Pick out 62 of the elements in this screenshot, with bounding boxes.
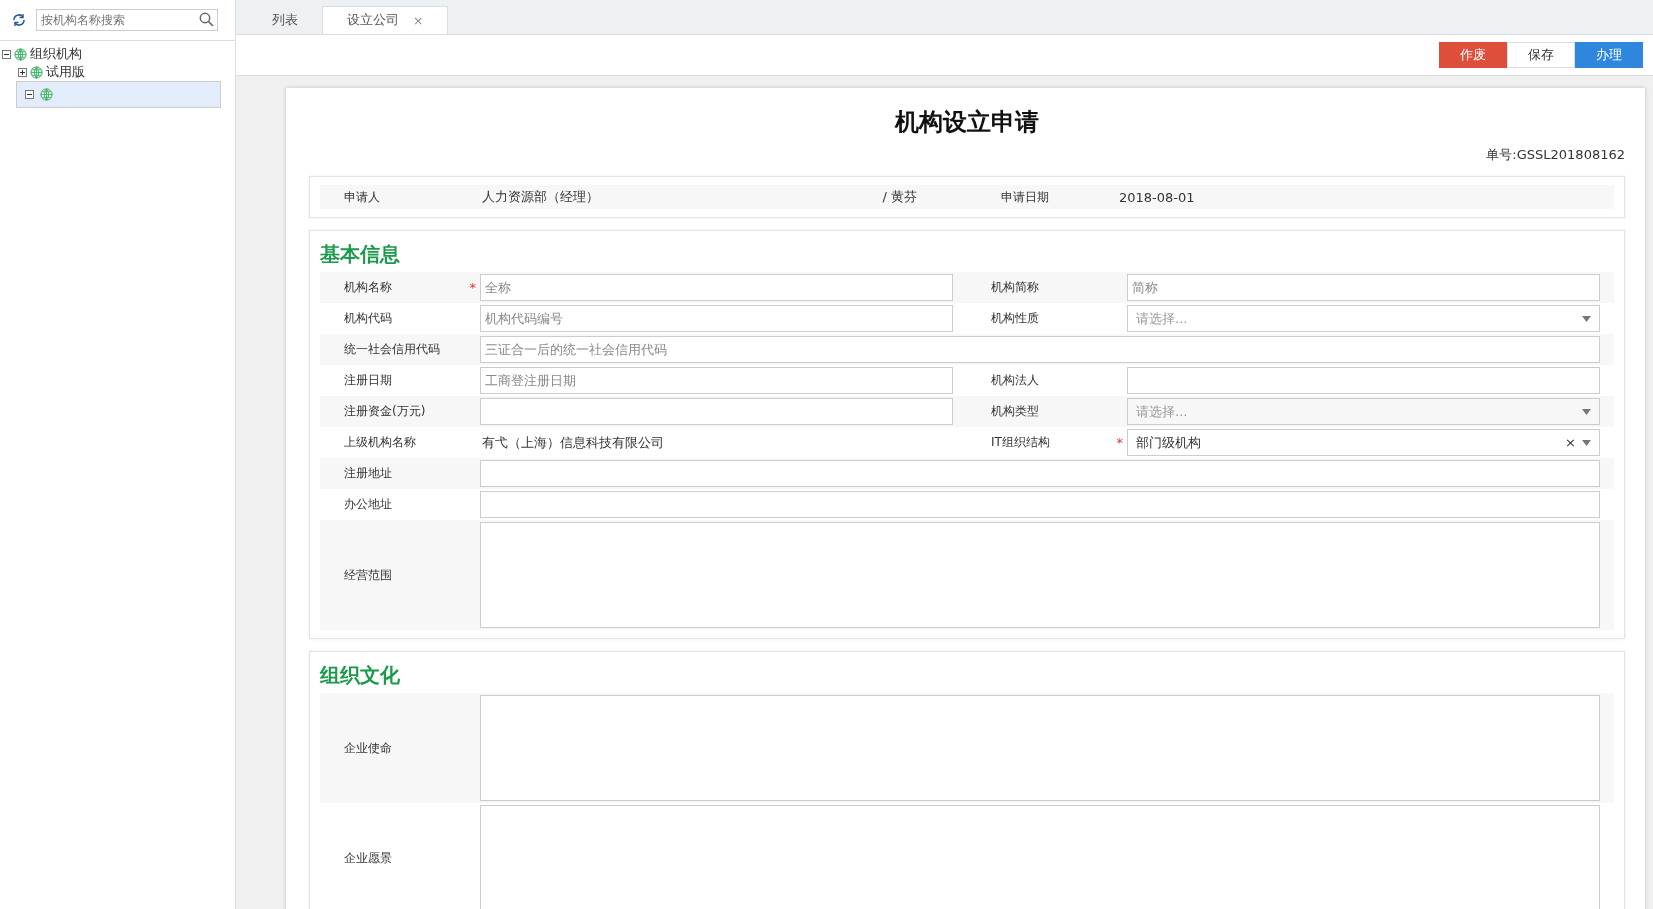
section-title: 组织文化 bbox=[320, 662, 401, 689]
clear-icon[interactable]: × bbox=[1565, 435, 1576, 450]
text-area[interactable] bbox=[480, 695, 1600, 801]
dropdown-caret-icon bbox=[1582, 315, 1591, 322]
field-label: 统一社会信用代码 bbox=[344, 341, 440, 358]
tab[interactable]: 列表 bbox=[248, 6, 322, 34]
field-label: 机构类型 bbox=[991, 403, 1039, 420]
field-label: 注册日期 bbox=[344, 372, 392, 389]
toolbar-button[interactable]: 作废 bbox=[1439, 42, 1507, 68]
text-field[interactable]: 简称 bbox=[1127, 274, 1600, 301]
field-label: 企业愿景 bbox=[344, 849, 392, 867]
toolbar-button[interactable]: 办理 bbox=[1575, 42, 1643, 68]
search-icon[interactable] bbox=[199, 12, 214, 27]
text-field[interactable]: 三证合一后的统一社会信用代码 bbox=[480, 336, 1600, 363]
field-label: 机构性质 bbox=[991, 310, 1039, 327]
field-label: 机构代码 bbox=[344, 310, 392, 327]
field-label: 经营范围 bbox=[344, 566, 392, 584]
collapse-icon[interactable] bbox=[2, 49, 11, 59]
field-label: 注册资金(万元) bbox=[344, 403, 426, 420]
collapse-icon[interactable] bbox=[25, 90, 34, 99]
field-label: 办公地址 bbox=[344, 496, 392, 513]
text-field[interactable] bbox=[480, 460, 1600, 487]
text-field[interactable]: 工商登注册日期 bbox=[480, 367, 953, 394]
field-label: 申请日期 bbox=[1001, 188, 1049, 206]
tab[interactable]: 设立公司 × bbox=[322, 6, 449, 34]
globe-icon bbox=[30, 65, 43, 79]
field-value: / 黄芬 bbox=[881, 188, 917, 206]
field-label: 注册地址 bbox=[344, 465, 392, 482]
search-field[interactable]: 按机构名称搜索 bbox=[36, 9, 218, 31]
form-title: 机构设立申请 bbox=[893, 107, 1040, 138]
text-area[interactable] bbox=[480, 522, 1600, 628]
field-label: 机构法人 bbox=[991, 372, 1039, 389]
text-field[interactable] bbox=[480, 491, 1600, 518]
globe-icon bbox=[14, 47, 27, 61]
text-area[interactable] bbox=[480, 805, 1600, 909]
field-label: IT组织结构 bbox=[991, 434, 1050, 451]
text-field[interactable]: 全称 bbox=[480, 274, 953, 301]
required-mark: * bbox=[469, 280, 476, 295]
section-title: 基本信息 bbox=[320, 241, 401, 268]
field-label: 机构名称 bbox=[344, 279, 392, 296]
text-field[interactable] bbox=[1127, 367, 1600, 394]
field-value: 人力资源部（经理） bbox=[481, 188, 599, 206]
close-icon[interactable]: × bbox=[413, 13, 424, 28]
field-label: 机构简称 bbox=[991, 279, 1039, 296]
globe-icon bbox=[40, 88, 53, 101]
text-field[interactable]: 机构代码编号 bbox=[480, 305, 953, 332]
field-label: 上级机构名称 bbox=[344, 434, 416, 451]
select-field[interactable]: 部门级机构 × bbox=[1127, 429, 1600, 456]
text-field[interactable] bbox=[480, 398, 953, 425]
dropdown-caret-icon bbox=[1582, 408, 1591, 415]
expand-icon[interactable] bbox=[18, 67, 27, 77]
toolbar-button[interactable]: 保存 bbox=[1507, 42, 1575, 68]
tree-node-label[interactable]: 试用版 bbox=[46, 63, 85, 81]
form-number: 单号:GSSL201808162 bbox=[1486, 147, 1625, 162]
field-label: 企业使命 bbox=[344, 739, 392, 757]
tree-node-label[interactable]: 组织机构 bbox=[30, 45, 82, 63]
refresh-icon[interactable] bbox=[12, 13, 26, 27]
required-mark: * bbox=[1116, 435, 1123, 450]
field-value: 2018-08-01 bbox=[1118, 189, 1196, 205]
dropdown-caret-icon bbox=[1582, 439, 1591, 446]
field-label: 申请人 bbox=[344, 188, 380, 206]
field-value: 有弋（上海）信息科技有限公司 bbox=[481, 433, 665, 452]
